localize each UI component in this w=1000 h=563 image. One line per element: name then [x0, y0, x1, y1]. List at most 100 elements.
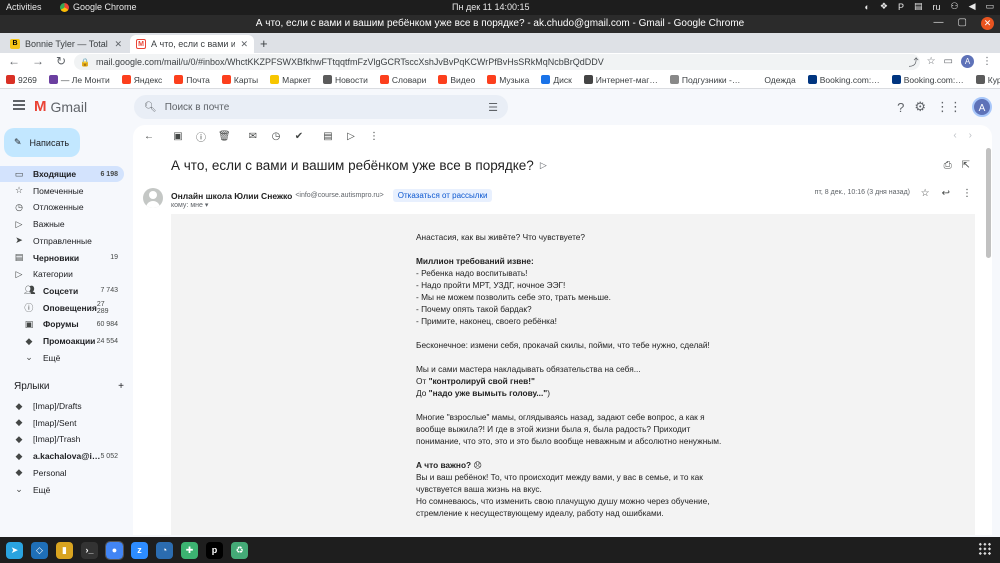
bookmark-item[interactable]: Музыка: [487, 75, 529, 85]
new-tab-icon[interactable]: +: [260, 36, 268, 51]
language-indicator[interactable]: ru: [932, 2, 940, 12]
help-icon[interactable]: ?: [897, 100, 904, 115]
system-tray[interactable]: ◐ ❖ P ▤ ru ⚇ ◀ ▭: [864, 1, 994, 12]
dock-chrome-icon[interactable]: ●: [105, 540, 124, 560]
search-options-icon[interactable]: ☰: [488, 101, 498, 114]
sidebar-item[interactable]: ▭ Входящие 6 198: [0, 166, 124, 182]
delete-icon[interactable]: 🗑︎: [218, 131, 231, 142]
label-item[interactable]: ◆ [Imap]/Drafts: [0, 398, 124, 414]
label-as-icon[interactable]: ▷: [345, 131, 357, 142]
bookmark-star-icon[interactable]: ☆: [927, 56, 936, 67]
sidebar-item[interactable]: ▷ Категории: [0, 266, 124, 282]
address-bar[interactable]: 🔒 mail.google.com/mail/u/0/#inbox/WhctKK…: [74, 54, 920, 70]
tab-close-icon[interactable]: ✕: [240, 39, 248, 50]
print-icon[interactable]: ⎙: [944, 160, 952, 171]
main-menu-icon[interactable]: [13, 100, 25, 110]
dock-telegram-icon[interactable]: ➤: [6, 541, 23, 559]
settings-gear-icon[interactable]: ⚙: [914, 99, 926, 115]
sender-name[interactable]: Онлайн школа Юлии Снежко: [171, 191, 292, 201]
tray-clipboard-icon[interactable]: ▤: [914, 1, 923, 12]
dock-terminal-icon[interactable]: ›_: [81, 541, 98, 559]
label-item[interactable]: ◆ [Imap]/Trash: [0, 431, 124, 447]
dock-trash-icon[interactable]: ♻: [231, 541, 248, 559]
back-icon[interactable]: ←: [8, 54, 20, 68]
move-to-icon[interactable]: ▤: [322, 131, 334, 142]
bookmark-item[interactable]: Словари: [379, 75, 426, 85]
network-icon[interactable]: ⚇: [950, 1, 958, 12]
dock-slack-icon[interactable]: ✚: [181, 541, 198, 559]
bookmark-item[interactable]: Booking.com:…: [807, 75, 880, 85]
compose-button[interactable]: ✎ Написать: [4, 128, 80, 157]
sidebar-item[interactable]: ▣ Форумы 60 984: [0, 316, 124, 332]
volume-icon[interactable]: ◀: [969, 1, 976, 12]
more-options-icon[interactable]: ⋮: [368, 131, 380, 142]
dock-timer-icon[interactable]: ◔: [156, 541, 173, 559]
more-actions-icon[interactable]: ⋮: [962, 188, 972, 199]
bookmark-item[interactable]: Интернет-маг…: [583, 75, 658, 85]
bookmark-item[interactable]: Яндекс: [121, 75, 162, 85]
bookmark-item[interactable]: 9269: [6, 75, 37, 85]
battery-icon[interactable]: ▭: [985, 1, 994, 12]
label-item[interactable]: ◆ Personal: [0, 465, 124, 481]
bookmark-item[interactable]: — Ле Монти: [48, 75, 110, 85]
back-to-inbox-icon[interactable]: ←: [143, 131, 155, 142]
label-item[interactable]: ◆ [Imap]/Sent: [0, 415, 124, 431]
importance-marker-icon[interactable]: ▷: [540, 160, 547, 171]
bookmark-item[interactable]: Карты: [221, 75, 258, 85]
chrome-menu-icon[interactable]: ⋮: [982, 56, 992, 67]
unsubscribe-button[interactable]: Отказаться от рассылки: [392, 189, 493, 202]
dock-vscode-icon[interactable]: ◇: [31, 541, 48, 559]
bookmark-item[interactable]: Диск: [541, 75, 572, 85]
add-label-icon[interactable]: +: [118, 381, 124, 392]
dock-notes-icon[interactable]: ▮: [56, 541, 73, 559]
snooze-icon[interactable]: ◷: [270, 131, 282, 142]
bookmark-item[interactable]: Видео: [438, 75, 475, 85]
archive-icon[interactable]: ▣: [172, 131, 184, 142]
sidebar-item[interactable]: ▤ Черновики 19: [0, 250, 124, 266]
sidebar-item[interactable]: ➤ Отправленные: [0, 233, 124, 249]
search-icon[interactable]: 🔍︎: [144, 102, 157, 113]
bookmark-item[interactable]: Новости: [322, 75, 368, 85]
open-new-window-icon[interactable]: ⇱: [962, 160, 970, 171]
sidebar-item[interactable]: 👥︎ Соцсети 7 743: [0, 283, 124, 299]
activities-button[interactable]: Activities: [6, 2, 42, 12]
recipient-details[interactable]: кому: мне ▾: [171, 201, 208, 209]
share-icon[interactable]: ⤴: [909, 54, 919, 69]
report-spam-icon[interactable]: ⓘ: [195, 129, 207, 144]
sidebar-item[interactable]: ⌄ Ещё: [0, 350, 124, 366]
tray-app-icon[interactable]: ❖: [880, 1, 888, 12]
bookmark-item[interactable]: Курортный от…: [975, 75, 1000, 85]
sidebar-item[interactable]: ◆ Промоакции 24 554: [0, 333, 124, 349]
dock-pycharm-p-icon[interactable]: p: [206, 541, 223, 559]
mark-unread-icon[interactable]: ✉: [247, 131, 259, 142]
sidebar-item[interactable]: ☆ Помеченные: [0, 183, 124, 199]
tab-close-icon[interactable]: ✕: [114, 39, 122, 50]
bookmark-item[interactable]: Одежда: [752, 75, 796, 85]
tab-bonnie-tyler[interactable]: B Bonnie Tyler — Total Ecli ✕: [4, 35, 128, 53]
tray-app-icon[interactable]: ◐: [864, 2, 869, 12]
older-icon[interactable]: ›: [969, 130, 972, 141]
show-apps-icon[interactable]: [978, 542, 992, 556]
sidebar-item[interactable]: ◷ Отложенные: [0, 199, 124, 215]
star-icon[interactable]: ☆: [921, 188, 930, 199]
search-bar[interactable]: 🔍︎ Поиск в почте ☰: [134, 95, 508, 119]
extensions-icon[interactable]: ▭: [944, 56, 953, 67]
label-item[interactable]: ⌄ Ещё: [0, 482, 124, 498]
close-window-icon[interactable]: ✕: [981, 17, 994, 30]
add-task-icon[interactable]: ✔: [293, 131, 305, 142]
minimize-icon[interactable]: —: [934, 17, 944, 30]
tab-gmail-message[interactable]: M А что, если с вами и ваш ✕: [130, 35, 254, 53]
profile-avatar[interactable]: A: [961, 55, 974, 68]
reload-icon[interactable]: ↻: [56, 54, 66, 68]
label-item[interactable]: ◆ a.kachalova@i… 5 052: [0, 448, 124, 464]
reply-icon[interactable]: ↩: [942, 188, 950, 199]
lock-icon[interactable]: 🔒: [80, 58, 90, 67]
bookmark-item[interactable]: Booking.com:…: [891, 75, 964, 85]
chevron-down-icon[interactable]: ▾: [205, 202, 209, 209]
forward-icon[interactable]: →: [32, 54, 44, 68]
search-input[interactable]: Поиск в почте: [165, 102, 480, 113]
sidebar-item[interactable]: ⓘ Оповещения 27 289: [0, 300, 124, 316]
newer-icon[interactable]: ‹: [953, 130, 956, 141]
apps-grid-icon[interactable]: ⋮⋮: [936, 99, 962, 115]
bookmark-item[interactable]: Маркет: [270, 75, 311, 85]
